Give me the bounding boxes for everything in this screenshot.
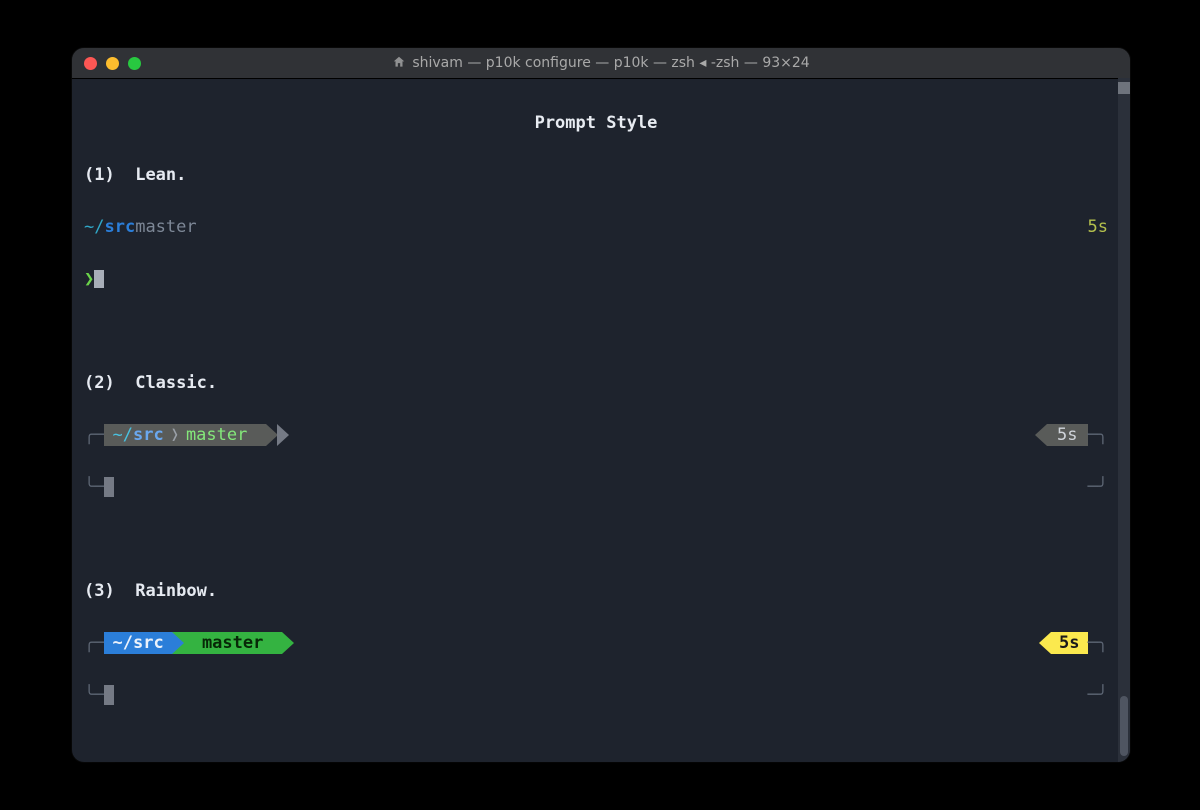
classic-time-segment: 5s — [1035, 424, 1087, 446]
path-tilde: ~/ — [84, 214, 104, 240]
option-key: (2) — [84, 370, 115, 396]
connector-bl: ╰─ — [84, 474, 104, 500]
connector-br: ─╯ — [1088, 682, 1108, 708]
option-label: Classic. — [135, 370, 217, 396]
connector-bl: ╰─ — [84, 682, 104, 708]
option-label: Rainbow. — [135, 578, 217, 604]
classic-segment: ~/src❭master — [104, 424, 277, 446]
window-title: shivam — p10k configure — p10k — zsh ◂ -… — [72, 55, 1130, 71]
option-key: (3) — [84, 578, 115, 604]
connector-tl: ╭─ — [84, 422, 104, 448]
home-icon — [392, 55, 406, 69]
path-src: src — [104, 214, 135, 240]
cursor — [104, 685, 114, 705]
scroll-marker-icon — [1118, 82, 1130, 94]
title-bar[interactable]: shivam — p10k configure — p10k — zsh ◂ -… — [72, 48, 1130, 79]
page-title: Prompt Style — [84, 110, 1108, 136]
scrollbar[interactable] — [1118, 78, 1130, 762]
cursor — [104, 477, 114, 497]
connector-br: ─╯ — [1088, 474, 1108, 500]
time-right: 5s — [1088, 214, 1108, 240]
scroll-thumb[interactable] — [1120, 696, 1128, 756]
connector-tl: ╭─ — [84, 630, 104, 656]
connector-tr: ─╮ — [1088, 422, 1108, 448]
cursor — [94, 270, 104, 288]
terminal-content[interactable]: Prompt Style (1) Lean. ~/src master5s ❯ … — [72, 78, 1118, 762]
rainbow-segment: ~/src master — [104, 632, 293, 654]
connector-tr: ─╮ — [1088, 630, 1108, 656]
branch-label: master — [135, 214, 196, 240]
option-key: (1) — [84, 162, 115, 188]
terminal-window: shivam — p10k configure — p10k — zsh ◂ -… — [72, 48, 1130, 762]
rainbow-time-segment: 5s — [1039, 632, 1087, 654]
option-label: Lean. — [135, 162, 186, 188]
chevron-icon: ❯ — [84, 266, 94, 292]
